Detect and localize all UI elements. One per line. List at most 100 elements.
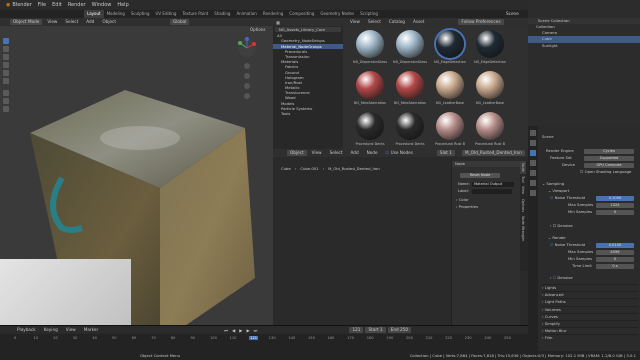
scene-tab-icon[interactable] bbox=[530, 150, 536, 156]
scale-tool-icon[interactable] bbox=[3, 70, 9, 76]
play-icon[interactable]: ▶ bbox=[239, 328, 242, 333]
scene-selector[interactable]: Scene bbox=[506, 10, 519, 18]
mode-selector[interactable]: Object Mode bbox=[10, 19, 43, 25]
end-frame-field[interactable]: End 250 bbox=[387, 327, 412, 333]
shader-node-editor[interactable]: Object View Select Add Node ☑ Use Nodes … bbox=[273, 149, 528, 351]
node-name-field[interactable]: Material Output bbox=[472, 182, 514, 187]
color-panel[interactable]: › Color bbox=[456, 197, 469, 203]
side-tab-tool[interactable]: Tool bbox=[520, 174, 526, 185]
jump-end-icon[interactable]: ⏭ bbox=[254, 328, 258, 333]
start-frame-field[interactable]: Start 1 bbox=[365, 327, 386, 333]
render-subpanel[interactable]: ⌄ Render bbox=[548, 235, 566, 241]
panel-volumes[interactable]: › Volumes bbox=[542, 305, 638, 313]
cursor-tool-icon[interactable] bbox=[3, 46, 9, 52]
blender-logo-icon[interactable]: ◉ bbox=[6, 2, 10, 8]
workspace-tab-rendering[interactable]: Rendering bbox=[260, 10, 286, 18]
workspace-tab-scripting[interactable]: Scripting bbox=[357, 10, 381, 18]
use-nodes-checkbox[interactable]: ☑ Use Nodes bbox=[383, 150, 416, 156]
asset-thumbnail[interactable] bbox=[396, 112, 424, 140]
workspace-tab-layout[interactable]: Layout bbox=[84, 10, 104, 18]
side-tab-node[interactable]: Node bbox=[520, 161, 526, 174]
asset-thumbnail[interactable] bbox=[476, 30, 504, 58]
viewport-menu-add[interactable]: Add bbox=[83, 19, 97, 25]
workspace-tab-animation[interactable]: Animation bbox=[233, 10, 259, 18]
current-frame-field[interactable]: 121 bbox=[349, 327, 364, 333]
timeline-menu-keying[interactable]: Keying bbox=[41, 327, 61, 333]
world-tab-icon[interactable] bbox=[530, 160, 536, 166]
osl-checkbox[interactable]: ☐ Open Shading Language bbox=[580, 169, 631, 175]
sampling-panel[interactable]: ⌄ Sampling bbox=[542, 181, 564, 187]
output-tab-icon[interactable] bbox=[530, 140, 536, 146]
reset-node-button[interactable]: Reset Node bbox=[460, 173, 500, 178]
material-tab-icon[interactable] bbox=[530, 190, 536, 196]
asset-thumbnail[interactable] bbox=[436, 30, 464, 58]
asset-thumbnail[interactable] bbox=[396, 71, 424, 99]
next-key-icon[interactable]: ▶ bbox=[246, 328, 249, 333]
timeline-ruler[interactable]: 0 10 20 30 40 50 60 70 80 90 100 110 121 130 140 150 160… bbox=[0, 335, 528, 343]
panel-simplify[interactable]: › Simplify bbox=[542, 319, 638, 327]
timeline[interactable]: Playback Keying View Marker ⏮ ◀ ▶ ▶ ⏭ 12… bbox=[0, 325, 528, 352]
panel-light-paths[interactable]: › Light Paths bbox=[542, 298, 638, 305]
menu-window[interactable]: Window bbox=[92, 2, 112, 8]
node-menu-add[interactable]: Add bbox=[348, 150, 362, 156]
viewport-menu-select[interactable]: Select bbox=[62, 19, 81, 25]
rotate-tool-icon[interactable] bbox=[3, 62, 9, 68]
properties-panel[interactable]: › Properties bbox=[456, 204, 478, 210]
render-engine-dropdown[interactable]: Cycles bbox=[584, 149, 634, 154]
r-time-limit-field[interactable]: 0 s bbox=[596, 264, 634, 269]
menu-render[interactable]: Render bbox=[68, 2, 86, 8]
viewport-menu-object[interactable]: Object bbox=[99, 19, 119, 25]
asset-menu-view[interactable]: View bbox=[347, 19, 363, 25]
editor-type-icon[interactable]: ▦ bbox=[276, 20, 280, 25]
measure-tool-icon[interactable] bbox=[3, 98, 9, 104]
node-menu-view[interactable]: View bbox=[309, 150, 325, 156]
asset-thumbnail[interactable] bbox=[356, 30, 384, 58]
panel-curves[interactable]: › Curves bbox=[542, 312, 638, 320]
viewport-subpanel[interactable]: ⌄ Viewport bbox=[548, 188, 569, 194]
asset-menu-catalog[interactable]: Catalog bbox=[386, 19, 408, 25]
transform-orientation[interactable]: Global bbox=[170, 19, 190, 25]
select-tool-icon[interactable] bbox=[3, 38, 9, 44]
vp-denoise-panel[interactable]: › ☐ Denoise bbox=[550, 223, 573, 229]
vp-max-samples-field[interactable]: 1024 bbox=[596, 203, 634, 208]
side-tab-view[interactable]: View bbox=[520, 184, 526, 196]
workspace-tab-texture-paint[interactable]: Texture Paint bbox=[179, 10, 211, 18]
3d-viewport[interactable]: Object Mode View Select Add Object Globa… bbox=[0, 18, 273, 351]
feature-set-dropdown[interactable]: Supported bbox=[584, 156, 634, 161]
outliner-item[interactable]: Sunlight bbox=[528, 43, 640, 49]
catalog-item[interactable]: Tools bbox=[273, 111, 343, 116]
add-cube-tool-icon[interactable] bbox=[3, 106, 9, 112]
prev-key-icon[interactable]: ◀ bbox=[232, 328, 235, 333]
asset-thumbnail[interactable] bbox=[356, 71, 384, 99]
asset-thumbnail[interactable] bbox=[476, 112, 504, 140]
asset-menu-select[interactable]: Select bbox=[365, 19, 384, 25]
options-dropdown[interactable]: Options bbox=[250, 27, 265, 32]
render-tab-icon[interactable] bbox=[530, 130, 536, 136]
panel-advanced[interactable]: › Advanced bbox=[542, 291, 638, 298]
menu-file[interactable]: File bbox=[38, 2, 46, 8]
vp-noise-threshold-field[interactable]: 0.1000 bbox=[596, 196, 634, 201]
asset-thumbnail[interactable] bbox=[356, 112, 384, 140]
timeline-menu-marker[interactable]: Marker bbox=[81, 327, 101, 333]
timeline-menu-playback[interactable]: Playback bbox=[14, 327, 39, 333]
panel-lights[interactable]: › Lights bbox=[542, 284, 638, 291]
asset-thumbnail[interactable] bbox=[396, 30, 424, 58]
jump-start-icon[interactable]: ⏮ bbox=[224, 328, 228, 333]
shader-type-selector[interactable]: Object bbox=[287, 150, 307, 156]
transform-tool-icon[interactable] bbox=[3, 78, 9, 84]
material-selector[interactable]: M_Old_Rusted_Dented_Iron bbox=[461, 150, 525, 156]
asset-thumbnail[interactable] bbox=[476, 71, 504, 99]
r-noise-threshold-field[interactable]: 0.0100 bbox=[596, 243, 634, 248]
object-tab-icon[interactable] bbox=[530, 170, 536, 176]
menu-help[interactable]: Help bbox=[117, 2, 128, 8]
workspace-tab-uv-editing[interactable]: UV Editing bbox=[153, 10, 180, 18]
workspace-tab-geometry-nodes[interactable]: Geometry Nodes bbox=[317, 10, 357, 18]
asset-menu-asset[interactable]: Asset bbox=[410, 19, 427, 25]
side-tab-options[interactable]: Options bbox=[520, 197, 526, 214]
workspace-tab-sculpting[interactable]: Sculpting bbox=[128, 10, 153, 18]
asset-thumbnail[interactable] bbox=[436, 112, 464, 140]
asset-thumbnail[interactable] bbox=[436, 71, 464, 99]
node-menu-select[interactable]: Select bbox=[327, 150, 346, 156]
library-selector[interactable]: Follow Preferences bbox=[458, 19, 504, 25]
annotate-tool-icon[interactable] bbox=[3, 90, 9, 96]
